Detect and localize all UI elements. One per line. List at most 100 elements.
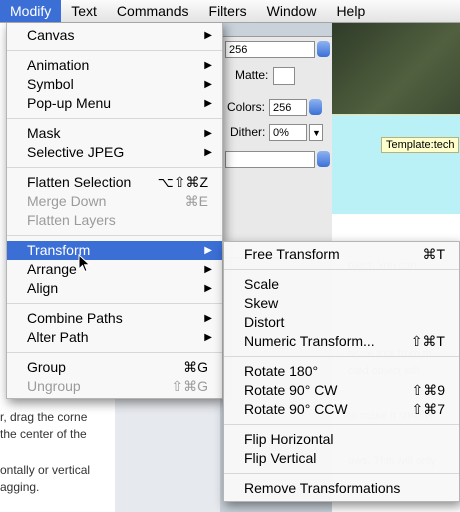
menu-item-merge-down: Merge Down ⌘E: [7, 192, 222, 211]
menubar-help[interactable]: Help: [326, 0, 375, 22]
menu-item-flatten-selection[interactable]: Flatten Selection ⌥⇧⌘Z: [7, 173, 222, 192]
menu-item-numeric-transform[interactable]: Numeric Transform... ⇧⌘T: [224, 332, 459, 351]
document-text-line: r, drag the corne: [0, 410, 88, 424]
colors-label: Colors:: [227, 100, 266, 114]
menu-item-rotate-180[interactable]: Rotate 180°: [224, 362, 459, 381]
menu-item-align[interactable]: Align ▶: [7, 279, 222, 298]
menubar: Modify Text Commands Filters Window Help: [0, 0, 460, 23]
menu-separator: [7, 50, 222, 51]
top-stepper[interactable]: [317, 41, 330, 57]
menu-separator: [7, 167, 222, 168]
menu-item-skew[interactable]: Skew: [224, 294, 459, 313]
menu-separator: [7, 118, 222, 119]
image-canvas: [332, 22, 460, 114]
menu-item-shortcut: ⇧⌘G: [171, 378, 208, 394]
menu-item-label: Flatten Selection: [27, 174, 132, 190]
submenu-arrow-icon: ▶: [204, 30, 212, 41]
menu-item-flip-horizontal[interactable]: Flip Horizontal: [224, 430, 459, 449]
optimize-panel: 256 Matte: Colors: 256 Dither: 0% ▼: [220, 36, 334, 258]
menu-separator: [224, 473, 459, 474]
menu-item-shortcut: ⌘E: [184, 193, 208, 209]
menu-item-label: Combine Paths: [27, 310, 123, 326]
menu-item-mask[interactable]: Mask ▶: [7, 124, 222, 143]
document-text-line: agging.: [0, 480, 40, 494]
document-text-line: the center of the: [0, 427, 87, 441]
menu-item-shortcut: ⌘T: [422, 246, 445, 262]
menu-separator: [7, 352, 222, 353]
colors-select[interactable]: 256: [225, 41, 315, 58]
menu-item-label: Flip Horizontal: [244, 431, 334, 447]
submenu-arrow-icon: ▶: [204, 79, 212, 90]
menu-item-label: Rotate 90° CW: [244, 382, 338, 398]
menu-item-free-transform[interactable]: Free Transform ⌘T: [224, 245, 459, 264]
menu-item-label: Group: [27, 359, 66, 375]
menu-item-label: Merge Down: [27, 193, 107, 209]
transparency-stepper[interactable]: [317, 151, 330, 167]
dither-field[interactable]: 0%: [269, 124, 307, 141]
menu-item-label: Align: [27, 280, 59, 296]
menubar-commands[interactable]: Commands: [107, 0, 199, 22]
submenu-arrow-icon: ▶: [204, 283, 212, 294]
menu-item-label: Flatten Layers: [27, 212, 116, 228]
menu-item-pop-up-menu[interactable]: Pop-up Menu ▶: [7, 94, 222, 113]
menu-separator: [7, 303, 222, 304]
menubar-window[interactable]: Window: [257, 0, 327, 22]
menu-item-remove-transformations[interactable]: Remove Transformations: [224, 479, 459, 498]
menu-item-label: Alter Path: [27, 329, 89, 345]
menubar-modify[interactable]: Modify: [0, 0, 62, 22]
menu-item-canvas[interactable]: Canvas ▶: [7, 26, 222, 45]
menu-item-combine-paths[interactable]: Combine Paths ▶: [7, 309, 222, 328]
menubar-filters[interactable]: Filters: [199, 0, 257, 22]
mouse-cursor-icon: [78, 254, 91, 273]
transparency-select[interactable]: [225, 151, 315, 168]
menu-item-symbol[interactable]: Symbol ▶: [7, 75, 222, 94]
menu-separator: [224, 424, 459, 425]
dither-dropdown[interactable]: ▼: [309, 124, 323, 141]
menu-item-label: Remove Transformations: [244, 480, 401, 496]
submenu-arrow-icon: ▶: [204, 98, 212, 109]
matte-swatch[interactable]: [273, 67, 295, 85]
submenu-arrow-icon: ▶: [204, 264, 212, 275]
menu-item-selective-jpeg[interactable]: Selective JPEG ▶: [7, 143, 222, 162]
menu-item-animation[interactable]: Animation ▶: [7, 56, 222, 75]
matte-label: Matte:: [235, 68, 269, 82]
menu-item-label: Skew: [244, 295, 279, 311]
menu-separator: [7, 235, 222, 236]
menu-item-shortcut: ⇧⌘9: [411, 382, 445, 398]
menu-item-label: Mask: [27, 125, 61, 141]
menu-item-label: Symbol: [27, 76, 74, 92]
menu-item-rotate-90-cw[interactable]: Rotate 90° CW ⇧⌘9: [224, 381, 459, 400]
menu-item-shortcut: ⌘G: [183, 359, 208, 375]
menu-item-label: Scale: [244, 276, 280, 292]
menu-item-transform[interactable]: Transform ▶: [7, 241, 222, 260]
menu-item-label: Ungroup: [27, 378, 81, 394]
menu-item-shortcut: ⇧⌘T: [410, 333, 445, 349]
template-tooltip: Template:tech: [381, 137, 460, 153]
transform-submenu: Free Transform ⌘T Scale Skew Distort Numeric …: [223, 241, 460, 502]
menu-item-label: Free Transform: [244, 246, 340, 262]
menu-item-ungroup: Ungroup ⇧⌘G: [7, 377, 222, 396]
submenu-arrow-icon: ▶: [204, 60, 212, 71]
menu-item-label: Arrange: [27, 261, 77, 277]
canvas-area: [332, 114, 460, 215]
colors-stepper[interactable]: [309, 99, 322, 115]
menu-item-label: Animation: [27, 57, 90, 73]
menu-item-label: Selective JPEG: [27, 144, 125, 160]
menu-item-label: Numeric Transform...: [244, 333, 375, 349]
menubar-text[interactable]: Text: [61, 0, 107, 22]
submenu-arrow-icon: ▶: [204, 245, 212, 256]
menu-item-flip-vertical[interactable]: Flip Vertical: [224, 449, 459, 468]
menu-item-rotate-90-ccw[interactable]: Rotate 90° CCW ⇧⌘7: [224, 400, 459, 419]
menu-item-label: Pop-up Menu: [27, 95, 112, 111]
menu-item-arrange[interactable]: Arrange ▶: [7, 260, 222, 279]
menu-item-alter-path[interactable]: Alter Path ▶: [7, 328, 222, 347]
menu-item-scale[interactable]: Scale: [224, 275, 459, 294]
menu-item-shortcut: ⇧⌘7: [411, 401, 445, 417]
menu-item-group[interactable]: Group ⌘G: [7, 358, 222, 377]
submenu-arrow-icon: ▶: [204, 128, 212, 139]
colors-field[interactable]: 256: [269, 99, 307, 116]
menu-item-label: Canvas: [27, 27, 75, 43]
menu-item-distort[interactable]: Distort: [224, 313, 459, 332]
menu-item-shortcut: ⌥⇧⌘Z: [157, 174, 208, 190]
menu-item-flatten-layers: Flatten Layers: [7, 211, 222, 230]
